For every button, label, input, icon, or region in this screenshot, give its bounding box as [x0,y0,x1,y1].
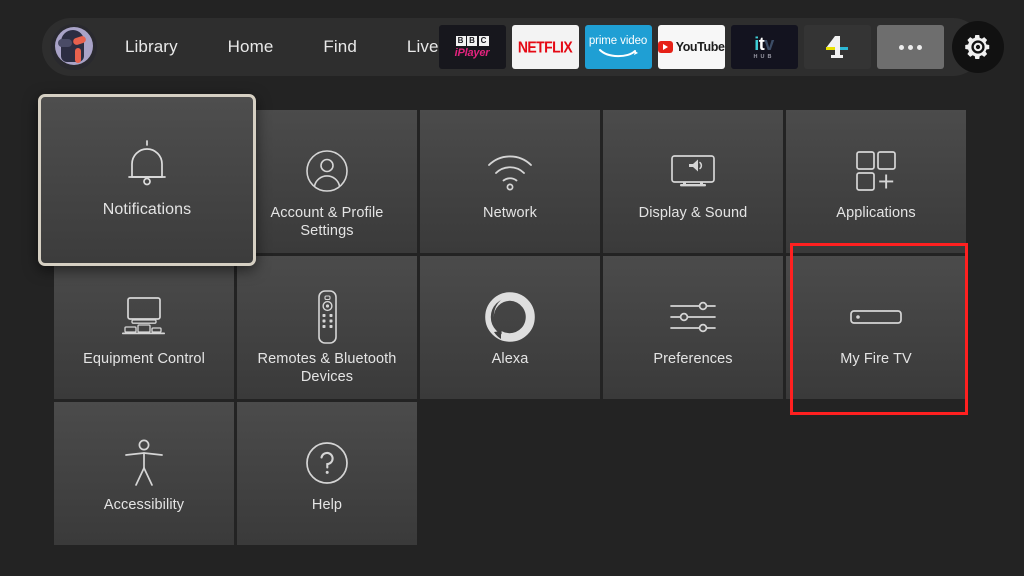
settings-tile-network[interactable]: Network [420,110,600,253]
prime-smile-icon [598,48,638,58]
nav-links: Library Home Find Live [125,37,439,57]
sliders-icon [665,286,721,348]
settings-tile-my-fire-tv[interactable]: My Fire TV [786,256,966,399]
bbc-logo-blocks: B B C [455,35,489,46]
app-itv-hub[interactable]: itv HUB [730,25,798,69]
settings-tile-label: Network [483,205,537,221]
settings-tile-label: My Fire TV [840,351,912,367]
settings-tile-preferences[interactable]: Preferences [603,256,783,399]
channel-4-logo-icon [822,34,852,60]
settings-tile-label: Notifications [102,201,192,218]
app-channel-4[interactable] [803,25,871,69]
netflix-wordmark: NETFLIX [517,38,573,56]
settings-tile-label: Accessibility [103,497,185,513]
avatar-headband [58,39,72,47]
bell-icon [119,131,175,197]
wifi-icon [484,140,536,202]
app-shortcuts: B B C iPlayer NETFLIX prime video YouTub… [438,21,1006,73]
remote-control-icon [310,286,344,348]
dot-1 [898,44,904,50]
settings-tile-account-profile-settings[interactable]: Account & Profile Settings [237,110,417,253]
dot-3 [916,44,922,50]
bbc-block-c: C [478,35,489,46]
person-circle-icon [301,140,353,202]
itv-hub-subtext: HUB [753,53,775,60]
settings-tile-label: Remotes & Bluetooth Devices [257,351,397,385]
app-squares-plus-icon [851,140,901,202]
user-avatar[interactable] [51,24,97,70]
settings-tile-remotes-bluetooth-devices[interactable]: Remotes & Bluetooth Devices [237,256,417,399]
alexa-ring-icon [484,286,536,348]
tv-equipment-icon [115,286,173,348]
bbc-block-b2: B [467,35,477,46]
settings-row-3: Accessibility Help [54,402,966,545]
fire-tv-settings-screen: Library Home Find Live B B C iPlayer NET… [0,0,1024,576]
settings-tile-label: Account & Profile Settings [270,205,384,239]
settings-tile-equipment-control[interactable]: Equipment Control [54,256,234,399]
settings-tile-display-sound[interactable]: Display & Sound [603,110,783,253]
settings-tile-help[interactable]: Help [237,402,417,545]
nav-live[interactable]: Live [407,37,439,57]
settings-button[interactable] [951,21,1004,73]
dot-2 [907,44,913,50]
prime-video-wordmark: prime video [588,35,648,48]
app-bbc-iplayer[interactable]: B B C iPlayer [438,25,506,69]
ellipsis-icon [898,44,922,50]
itv-wordmark: itv [754,35,774,53]
grid-empty-slot-2 [603,402,783,545]
gear-icon [964,35,989,59]
settings-tile-accessibility[interactable]: Accessibility [54,402,234,545]
avatar-accent-bottom [75,48,81,63]
top-navigation-bar: Library Home Find Live B B C iPlayer NET… [42,18,1004,76]
app-youtube[interactable]: YouTube [657,25,725,69]
bbc-block-b1: B [455,35,466,46]
nav-find[interactable]: Find [323,37,356,57]
settings-tile-label: Help [311,497,343,513]
tv-speaker-icon [664,140,722,202]
fire-tv-stick-icon [848,286,904,348]
settings-tile-applications[interactable]: Applications [786,110,966,253]
settings-tile-label: Alexa [491,351,529,367]
question-circle-icon [302,432,352,494]
itv-letter-v: v [764,33,774,54]
settings-tile-alexa[interactable]: Alexa [420,256,600,399]
iplayer-wordmark: iPlayer [454,46,490,59]
nav-home[interactable]: Home [228,37,274,57]
accessibility-person-icon [120,432,168,494]
nav-library[interactable]: Library [125,37,178,57]
settings-row-2: Equipment Control Remotes & Bluetooth De… [54,256,966,399]
settings-tile-label: Display & Sound [638,205,748,221]
settings-tile-label: Applications [836,205,916,221]
more-options-button[interactable] [876,25,944,69]
youtube-wordmark: YouTube [675,40,725,54]
grid-empty-slot-3 [786,402,966,545]
settings-tile-label: Equipment Control [83,351,205,367]
app-prime-video[interactable]: prime video [584,25,652,69]
grid-empty-slot-1 [420,402,600,545]
settings-tile-label: Preferences [653,351,733,367]
app-netflix[interactable]: NETFLIX [511,25,579,69]
youtube-play-icon [657,41,673,53]
settings-tile-notifications[interactable]: Notifications [38,94,256,266]
